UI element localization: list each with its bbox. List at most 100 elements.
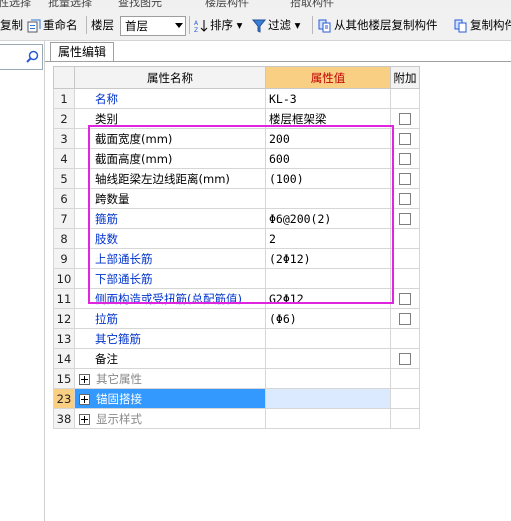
property-name-cell[interactable]: 侧面构造或受扭筋(总配筋值) <box>74 288 266 309</box>
copy-to-floor-button[interactable]: 复制构件 <box>454 17 511 33</box>
tab-property-edit[interactable]: 属性编辑 <box>50 42 114 62</box>
property-name-cell[interactable]: 其它属性 <box>74 368 266 389</box>
row-number[interactable]: 7 <box>53 208 75 229</box>
table-row[interactable]: 23 锚固搭接 <box>53 388 420 409</box>
row-number[interactable]: 6 <box>53 188 75 209</box>
row-number[interactable]: 13 <box>53 328 75 349</box>
expand-plus-icon[interactable] <box>79 393 90 405</box>
copy-button[interactable]: 复制 <box>0 17 23 33</box>
upper-toolbar-text[interactable]: 性选择 <box>0 0 31 8</box>
property-value-cell[interactable] <box>265 188 391 209</box>
row-number[interactable]: 12 <box>53 308 75 329</box>
extra-checkbox[interactable] <box>399 313 411 325</box>
row-number[interactable]: 4 <box>53 148 75 169</box>
row-number[interactable]: 10 <box>53 268 75 289</box>
table-row[interactable]: 5 轴线距梁左边线距离(mm) (100) <box>53 168 420 189</box>
table-row[interactable]: 2 类别 楼层框架梁 <box>53 108 420 129</box>
search-icon[interactable] <box>26 50 39 63</box>
row-number[interactable]: 1 <box>53 88 75 109</box>
property-name-cell[interactable]: 跨数量 <box>74 188 266 209</box>
property-name-cell[interactable]: 箍筋 <box>74 208 266 229</box>
extra-checkbox[interactable] <box>399 193 411 205</box>
header-corner <box>53 66 75 89</box>
sort-button[interactable]: AZ 排序 ▾ <box>194 17 242 34</box>
table-row[interactable]: 4 截面高度(mm) 600 <box>53 148 420 169</box>
table-row[interactable]: 38 显示样式 <box>53 408 420 429</box>
property-value-cell[interactable]: 楼层框架梁 <box>265 108 391 129</box>
property-value-cell[interactable] <box>265 388 391 409</box>
upper-toolbar-text[interactable]: 查找图元 <box>118 0 162 8</box>
table-row[interactable]: 3 截面宽度(mm) 200 <box>53 128 420 149</box>
floor-dropdown[interactable]: 首层 <box>120 16 186 36</box>
row-number[interactable]: 23 <box>53 388 75 409</box>
property-value-cell[interactable]: 600 <box>265 148 391 169</box>
extra-checkbox[interactable] <box>399 153 411 165</box>
property-name-cell[interactable]: 显示样式 <box>74 408 266 429</box>
table-row[interactable]: 12 拉筋 (Φ6) <box>53 308 420 329</box>
table-row[interactable]: 1 名称 KL-3 <box>53 88 420 109</box>
property-name-cell[interactable]: 类别 <box>74 108 266 129</box>
property-name-cell[interactable]: 截面高度(mm) <box>74 148 266 169</box>
table-row[interactable]: 9 上部通长筋 (2Φ12) <box>53 248 420 269</box>
table-row[interactable]: 6 跨数量 <box>53 188 420 209</box>
property-name-cell[interactable]: 其它箍筋 <box>74 328 266 349</box>
extra-checkbox[interactable] <box>399 353 411 365</box>
property-name-cell[interactable]: 下部通长筋 <box>74 268 266 289</box>
property-name-cell[interactable]: 名称 <box>74 88 266 109</box>
property-name-cell[interactable]: 上部通长筋 <box>74 248 266 269</box>
copy-from-floor-button[interactable]: 从其他楼层复制构件 <box>318 17 438 33</box>
row-number[interactable]: 15 <box>53 368 75 389</box>
property-value-cell[interactable]: (2Φ12) <box>265 248 391 269</box>
property-name-cell[interactable]: 锚固搭接 <box>74 388 266 409</box>
property-value-cell[interactable]: 2 <box>265 228 391 249</box>
property-value-cell[interactable] <box>265 408 391 429</box>
expand-plus-icon[interactable] <box>79 373 90 385</box>
upper-toolbar-text[interactable]: 批量选择 <box>48 0 92 8</box>
property-name-cell[interactable]: 肢数 <box>74 228 266 249</box>
extra-checkbox[interactable] <box>399 133 411 145</box>
rename-button[interactable]: 重命名 <box>27 17 78 33</box>
header-extra[interactable]: 附加 <box>390 66 420 89</box>
row-number[interactable]: 5 <box>53 168 75 189</box>
table-row[interactable]: 13 其它箍筋 <box>53 328 420 349</box>
row-number[interactable]: 2 <box>53 108 75 129</box>
table-row[interactable]: 7 箍筋 Φ6@200(2) <box>53 208 420 229</box>
property-name-cell[interactable]: 拉筋 <box>74 308 266 329</box>
property-value-cell[interactable] <box>265 348 391 369</box>
row-number[interactable]: 3 <box>53 128 75 149</box>
header-property-name[interactable]: 属性名称 <box>74 66 266 89</box>
header-property-value[interactable]: 属性值 <box>265 66 391 89</box>
row-number[interactable]: 9 <box>53 248 75 269</box>
property-value-cell[interactable]: (Φ6) <box>265 308 391 329</box>
property-value-cell[interactable] <box>265 328 391 349</box>
search-input[interactable] <box>0 44 43 70</box>
row-number[interactable]: 38 <box>53 408 75 429</box>
property-value-cell[interactable] <box>265 268 391 289</box>
property-value-cell[interactable]: Φ6@200(2) <box>265 208 391 229</box>
extra-cell <box>390 188 420 209</box>
table-row[interactable]: 14 备注 <box>53 348 420 369</box>
extra-checkbox[interactable] <box>399 293 411 305</box>
row-number[interactable]: 8 <box>53 228 75 249</box>
filter-button[interactable]: 过滤 ▾ <box>251 17 300 33</box>
property-name-cell[interactable]: 轴线距梁左边线距离(mm) <box>74 168 266 189</box>
property-name-cell[interactable]: 备注 <box>74 348 266 369</box>
property-value-cell[interactable]: (100) <box>265 168 391 189</box>
property-value-cell[interactable]: 200 <box>265 128 391 149</box>
table-row[interactable]: 8 肢数 2 <box>53 228 420 249</box>
property-value-cell[interactable]: KL-3 <box>265 88 391 109</box>
property-value-cell[interactable]: G2Φ12 <box>265 288 391 309</box>
property-value-cell[interactable] <box>265 368 391 389</box>
extra-checkbox[interactable] <box>399 213 411 225</box>
extra-checkbox[interactable] <box>399 173 411 185</box>
table-row[interactable]: 10 下部通长筋 <box>53 268 420 289</box>
upper-toolbar-text[interactable]: 楼层构件 <box>205 0 249 8</box>
table-row[interactable]: 11 侧面构造或受扭筋(总配筋值) G2Φ12 <box>53 288 420 309</box>
extra-checkbox[interactable] <box>399 113 411 125</box>
row-number[interactable]: 11 <box>53 288 75 309</box>
upper-toolbar-text[interactable]: 拾取构件 <box>290 0 334 8</box>
row-number[interactable]: 14 <box>53 348 75 369</box>
expand-plus-icon[interactable] <box>79 413 90 425</box>
property-name-cell[interactable]: 截面宽度(mm) <box>74 128 266 149</box>
table-row[interactable]: 15 其它属性 <box>53 368 420 389</box>
